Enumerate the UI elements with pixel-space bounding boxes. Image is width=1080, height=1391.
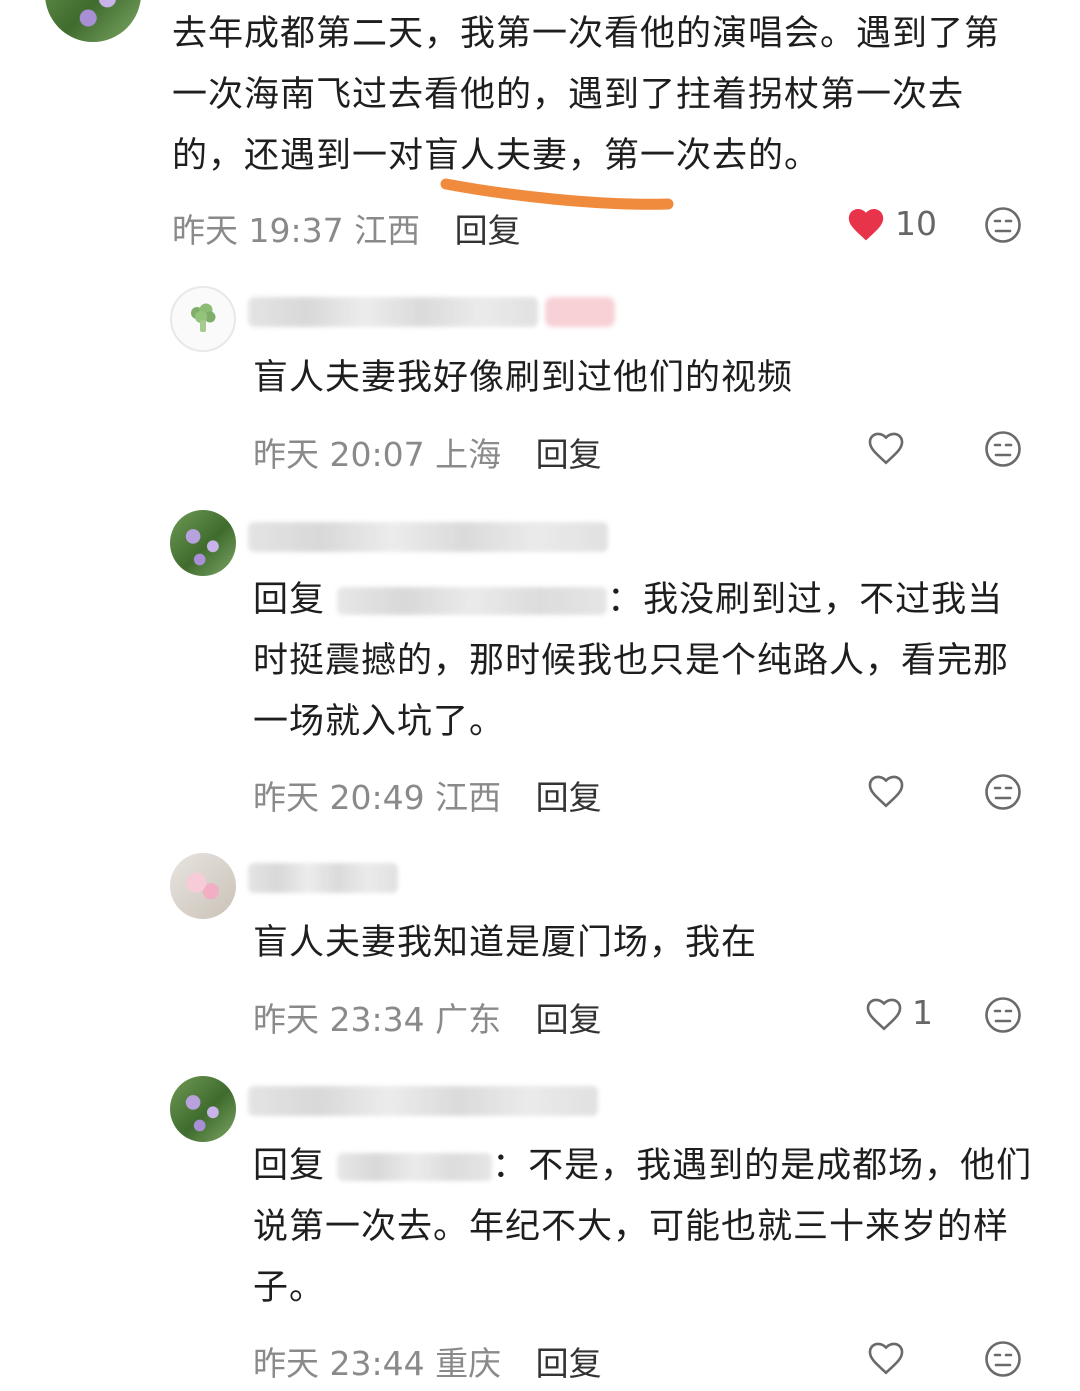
heart-icon[interactable] xyxy=(866,1340,906,1376)
comment-time: 昨天 23:44 xyxy=(253,1344,425,1383)
meh-face-icon[interactable] xyxy=(984,773,1022,811)
reply-prefix: 回复 xyxy=(253,580,326,620)
comment-text: 盲人夫妻我知道是厦门场，我在 xyxy=(253,923,758,963)
avatar[interactable] xyxy=(170,853,236,919)
comment-text: 回复 ：不是，我遇到的是成都场，他们说第一次去。年纪不大，可能也就三十来岁的样子… xyxy=(253,1136,1033,1319)
comment-text: 回复 ：我没刷到过，不过我当时挺震撼的，那时候我也只是个纯路人，看完那一场就入坑… xyxy=(253,570,1033,753)
user-badge-redacted xyxy=(545,297,615,327)
heart-icon[interactable] xyxy=(864,996,904,1032)
comment-meta: 昨天 23:44 重庆 回复 xyxy=(253,1337,602,1385)
meh-face-icon[interactable] xyxy=(984,206,1022,244)
comment-location: 江西 xyxy=(435,778,502,817)
comment-time: 昨天 20:07 xyxy=(253,435,425,474)
reply-button[interactable]: 回复 xyxy=(536,778,602,817)
username-redacted[interactable] xyxy=(248,863,398,893)
reply-prefix: 回复 xyxy=(253,1146,326,1186)
reply-button[interactable]: 回复 xyxy=(536,435,602,474)
username-redacted[interactable] xyxy=(248,522,608,552)
avatar[interactable] xyxy=(170,286,236,352)
heart-icon[interactable] xyxy=(866,430,906,466)
comment-text: 盲人夫妻我好像刷到过他们的视频 xyxy=(253,358,794,398)
comment-meta: 昨天 23:34 广东 回复 xyxy=(253,993,602,1041)
heart-icon[interactable] xyxy=(866,773,906,809)
comment-time: 昨天 19:37 xyxy=(172,211,344,250)
comment-location: 重庆 xyxy=(435,1344,502,1383)
like-count: 10 xyxy=(895,204,937,243)
comment-location: 江西 xyxy=(354,211,421,250)
heart-filled-icon[interactable] xyxy=(846,206,886,242)
comment-time: 昨天 23:34 xyxy=(253,1000,425,1039)
mentioned-username-redacted[interactable] xyxy=(337,587,608,615)
comment-meta: 昨天 20:49 江西 回复 xyxy=(253,771,602,819)
avatar[interactable] xyxy=(170,510,236,576)
comment-time: 昨天 20:49 xyxy=(253,778,425,817)
comment-location: 上海 xyxy=(435,435,502,474)
avatar[interactable] xyxy=(45,0,141,42)
meh-face-icon[interactable] xyxy=(984,1340,1022,1378)
comment-location: 广东 xyxy=(435,1000,502,1039)
reply-button[interactable]: 回复 xyxy=(536,1000,602,1039)
reply-button[interactable]: 回复 xyxy=(455,211,521,250)
comment-text: 去年成都第二天，我第一次看他的演唱会。遇到了第一次海南飞过去看他的，遇到了拄着拐… xyxy=(172,14,1001,176)
broccoli-icon xyxy=(191,303,216,332)
like-count: 1 xyxy=(912,993,933,1032)
comment-meta: 昨天 19:37 江西 回复 xyxy=(172,204,521,252)
comment-meta: 昨天 20:07 上海 回复 xyxy=(253,428,602,476)
avatar[interactable] xyxy=(170,1076,236,1142)
mentioned-username-redacted[interactable] xyxy=(337,1153,493,1181)
reply-button[interactable]: 回复 xyxy=(536,1344,602,1383)
username-redacted[interactable] xyxy=(248,1086,598,1116)
meh-face-icon[interactable] xyxy=(984,996,1022,1034)
meh-face-icon[interactable] xyxy=(984,430,1022,468)
username-redacted[interactable] xyxy=(248,297,538,327)
